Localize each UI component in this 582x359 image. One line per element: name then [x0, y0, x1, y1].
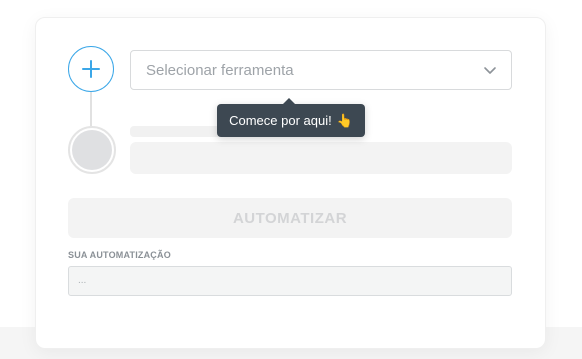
start-here-tooltip: Comece por aqui! 👆	[217, 98, 365, 137]
plus-icon	[82, 60, 100, 78]
automate-button[interactable]: AUTOMATIZAR	[68, 198, 512, 238]
pointing-hand-icon: 👆	[336, 112, 353, 128]
tool-select[interactable]: Selecionar ferramenta	[130, 50, 512, 90]
your-automation-label: SUA AUTOMATIZAÇÃO	[68, 250, 171, 260]
skeleton-field	[130, 142, 512, 174]
step-placeholder-fill	[72, 130, 112, 170]
tooltip-arrow	[283, 98, 295, 104]
step-connector	[90, 92, 92, 128]
your-automation-field[interactable]: ...	[68, 266, 512, 296]
chevron-down-icon	[484, 67, 496, 74]
page: Selecionar ferramenta Comece por aqui! 👆…	[0, 0, 582, 359]
tool-select-placeholder: Selecionar ferramenta	[146, 62, 294, 79]
step-placeholder-circle	[68, 126, 116, 174]
tooltip-text: Comece por aqui!	[229, 113, 332, 128]
add-step-button[interactable]	[68, 46, 114, 92]
your-automation-placeholder: ...	[78, 275, 87, 286]
